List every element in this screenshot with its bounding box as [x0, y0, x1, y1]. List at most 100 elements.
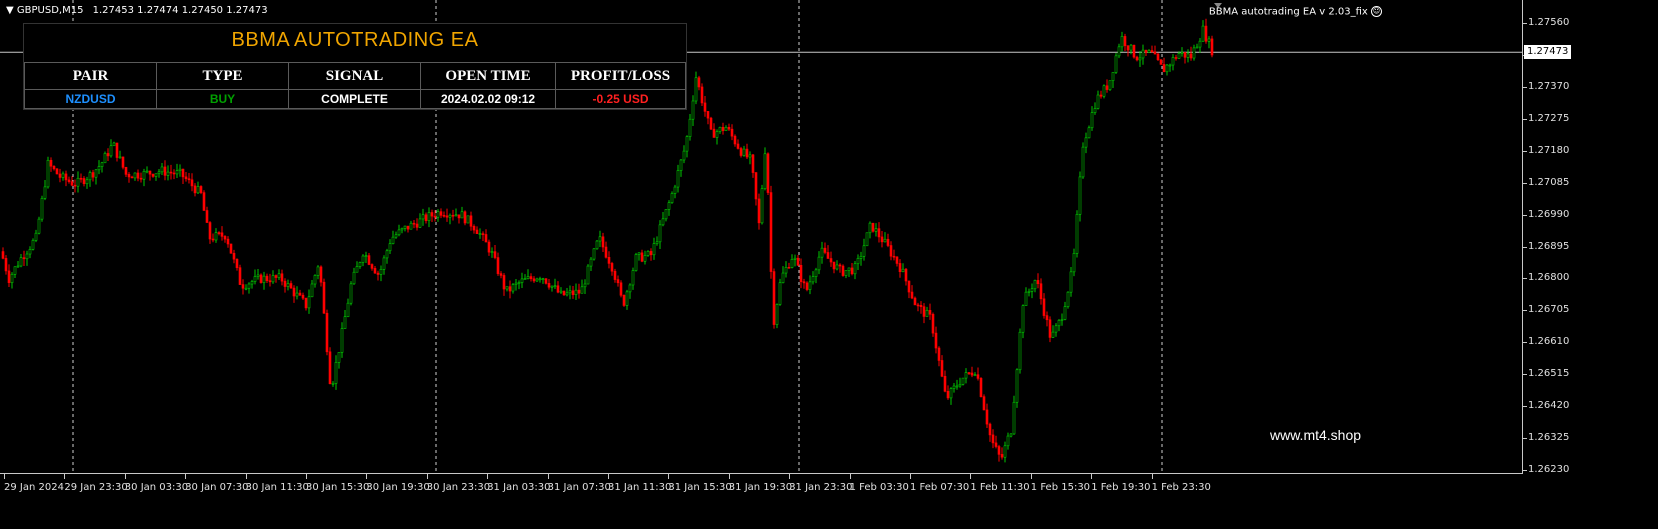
candle-body: [169, 171, 173, 174]
candle-body: [331, 383, 335, 385]
price-tick-label: 1.27370: [1522, 80, 1570, 92]
candle-body: [361, 255, 365, 263]
candle-body: [967, 372, 971, 374]
candle-body: [295, 292, 299, 297]
candle-body: [205, 210, 209, 223]
candle-body: [175, 170, 179, 175]
candle-body: [208, 222, 212, 240]
candle-body: [493, 251, 497, 258]
candle-body: [427, 212, 431, 221]
candle-body: [943, 375, 947, 392]
candle-body: [352, 271, 356, 285]
candle-body: [736, 143, 740, 149]
candle-body: [247, 283, 251, 289]
candle-body: [1018, 331, 1022, 371]
candle-body: [448, 214, 452, 218]
candle-body: [541, 278, 545, 280]
candle-body: [565, 292, 569, 296]
time-tick-label: 31 Jan 07:30: [547, 474, 611, 493]
cell-open-time: 2024.02.02 09:12: [420, 89, 556, 109]
candle-body: [1204, 25, 1208, 42]
candle-body: [226, 238, 230, 245]
time-tick-label: 29 Jan 23:30: [64, 474, 128, 493]
candle-body: [1153, 51, 1157, 55]
chart-area[interactable]: ▼ GBPUSD,M15 1.27453 1.27474 1.27450 1.2…: [0, 0, 1523, 474]
candle-body: [577, 289, 581, 294]
price-tick-label: 1.26990: [1522, 208, 1570, 220]
price-tick-label: 1.26325: [1522, 432, 1570, 444]
candle-body: [241, 284, 245, 289]
candle-body: [649, 251, 653, 256]
candle-body: [487, 241, 491, 253]
candle-body: [193, 185, 197, 194]
candle-body: [1048, 319, 1052, 338]
column-header-profit-loss: PROFIT/LOSS: [555, 62, 686, 90]
candle-body: [373, 268, 377, 274]
candle-body: [862, 245, 866, 257]
price-axis[interactable]: 1.275601.274651.273701.272751.271801.270…: [1522, 0, 1658, 475]
candle-body: [868, 222, 872, 234]
candle-body: [103, 153, 107, 164]
candle-body: [1087, 127, 1091, 139]
candle-body: [256, 274, 260, 277]
candle-body: [454, 214, 458, 217]
candle-body: [1150, 50, 1154, 53]
candle-body: [706, 111, 710, 119]
candle-body: [733, 135, 737, 145]
candle-body: [100, 162, 104, 167]
cell-signal: COMPLETE: [288, 89, 421, 109]
candle-body: [1072, 253, 1076, 273]
candle-body: [643, 255, 647, 262]
candle-body: [610, 263, 614, 272]
candle-body: [598, 236, 602, 242]
candle-body: [1102, 85, 1106, 97]
candle-body: [7, 270, 11, 283]
candle-body: [301, 294, 305, 299]
candle-body: [637, 252, 641, 255]
candle-body: [985, 409, 989, 425]
smiley-icon[interactable]: ☺: [1371, 6, 1382, 17]
candle-body: [1144, 49, 1148, 53]
dropdown-triangle-icon[interactable]: ▼: [6, 5, 14, 16]
candle-body: [439, 211, 443, 216]
price-tick-label: 1.27560: [1522, 17, 1570, 28]
candle-body: [529, 276, 533, 280]
candle-body: [82, 178, 86, 185]
ea-label: BBMA autotrading EA v 2.03_fix ☺: [1209, 6, 1382, 18]
candle-body: [1093, 108, 1097, 113]
candle-body: [235, 258, 239, 268]
candle-body: [880, 236, 884, 243]
candle-body: [526, 276, 530, 279]
candle-body: [262, 275, 266, 283]
candle-body: [874, 228, 878, 232]
candle-body: [1159, 59, 1163, 65]
candle-body: [379, 269, 383, 275]
candle-body: [97, 166, 101, 171]
candle-body: [973, 374, 977, 376]
candle-body: [397, 229, 401, 236]
candle-body: [148, 170, 152, 175]
candle-body: [556, 285, 560, 293]
candle-body: [31, 240, 35, 250]
candle-body: [1060, 319, 1064, 321]
candle-body: [757, 198, 761, 224]
candle-body: [85, 179, 89, 185]
candle-body: [481, 233, 485, 235]
candle-body: [223, 236, 227, 240]
candle-body: [784, 267, 788, 274]
candle-body: [817, 256, 821, 271]
candle-body: [343, 316, 347, 329]
candle-body: [754, 172, 758, 200]
candle-body: [802, 281, 806, 284]
time-axis[interactable]: 29 Jan 2024 29 Jan 23:30 30 Jan 03:30 30 Ja…: [0, 474, 1522, 529]
candle-body: [67, 179, 71, 182]
candle-body: [199, 186, 203, 193]
candle-body: [625, 291, 629, 306]
candle-body: [187, 178, 191, 181]
cell-type: BUY: [156, 89, 289, 109]
time-tick-label: 1 Feb 11:30: [970, 474, 1030, 493]
ea-panel-title: BBMA AUTOTRADING EA: [231, 29, 479, 51]
candle-body: [820, 247, 824, 258]
candle-body: [718, 126, 722, 132]
candle-body: [589, 258, 593, 267]
